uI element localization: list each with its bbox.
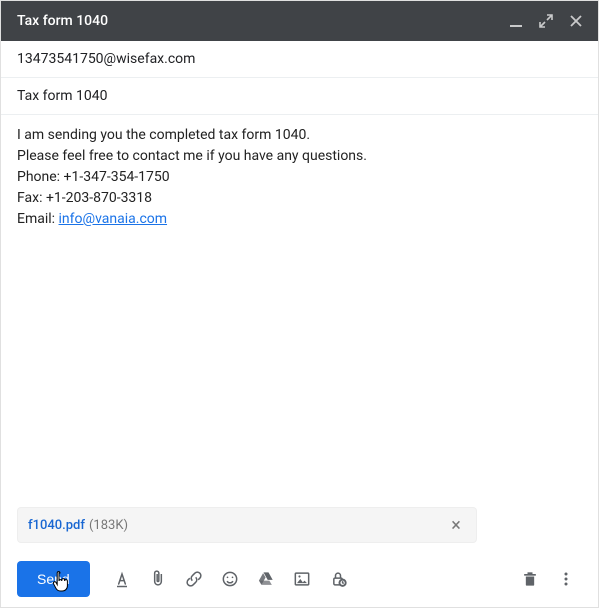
more-options-icon[interactable] <box>550 563 582 595</box>
body-fax-line: Fax: +1-203-870-3318 <box>17 188 582 209</box>
drive-icon[interactable] <box>250 563 282 595</box>
formatting-icon[interactable] <box>106 563 138 595</box>
subject-field[interactable]: Tax form 1040 <box>1 78 598 115</box>
attachment-size: (183K) <box>89 518 128 533</box>
attachment-name: f1040.pdf <box>28 518 85 533</box>
attach-file-icon[interactable] <box>142 563 174 595</box>
send-button[interactable]: Send <box>17 561 90 597</box>
body-line: Please feel free to contact me if you ha… <box>17 146 582 167</box>
titlebar: Tax form 1040 <box>1 1 598 41</box>
body-editor[interactable]: I am sending you the completed tax form … <box>1 115 598 507</box>
body-line: I am sending you the completed tax form … <box>17 125 582 146</box>
insert-photo-icon[interactable] <box>286 563 318 595</box>
email-link[interactable]: info@vanaia.com <box>59 211 168 227</box>
discard-draft-icon[interactable] <box>514 563 546 595</box>
insert-emoji-icon[interactable] <box>214 563 246 595</box>
minimize-button[interactable] <box>504 9 528 33</box>
window-title: Tax form 1040 <box>17 13 504 29</box>
body-phone-line: Phone: +1-347-354-1750 <box>17 167 582 188</box>
body-email-line: Email: info@vanaia.com <box>17 209 582 230</box>
confidential-mode-icon[interactable] <box>322 563 354 595</box>
expand-button[interactable] <box>534 9 558 33</box>
to-value: 13473541750@wisefax.com <box>17 51 195 67</box>
attachment-chip[interactable]: f1040.pdf (183K) × <box>17 507 477 543</box>
close-button[interactable] <box>564 9 588 33</box>
remove-attachment-button[interactable]: × <box>446 515 466 536</box>
to-field[interactable]: 13473541750@wisefax.com <box>1 41 598 78</box>
subject-value: Tax form 1040 <box>17 88 107 104</box>
insert-link-icon[interactable] <box>178 563 210 595</box>
compose-toolbar: Send <box>1 551 598 607</box>
